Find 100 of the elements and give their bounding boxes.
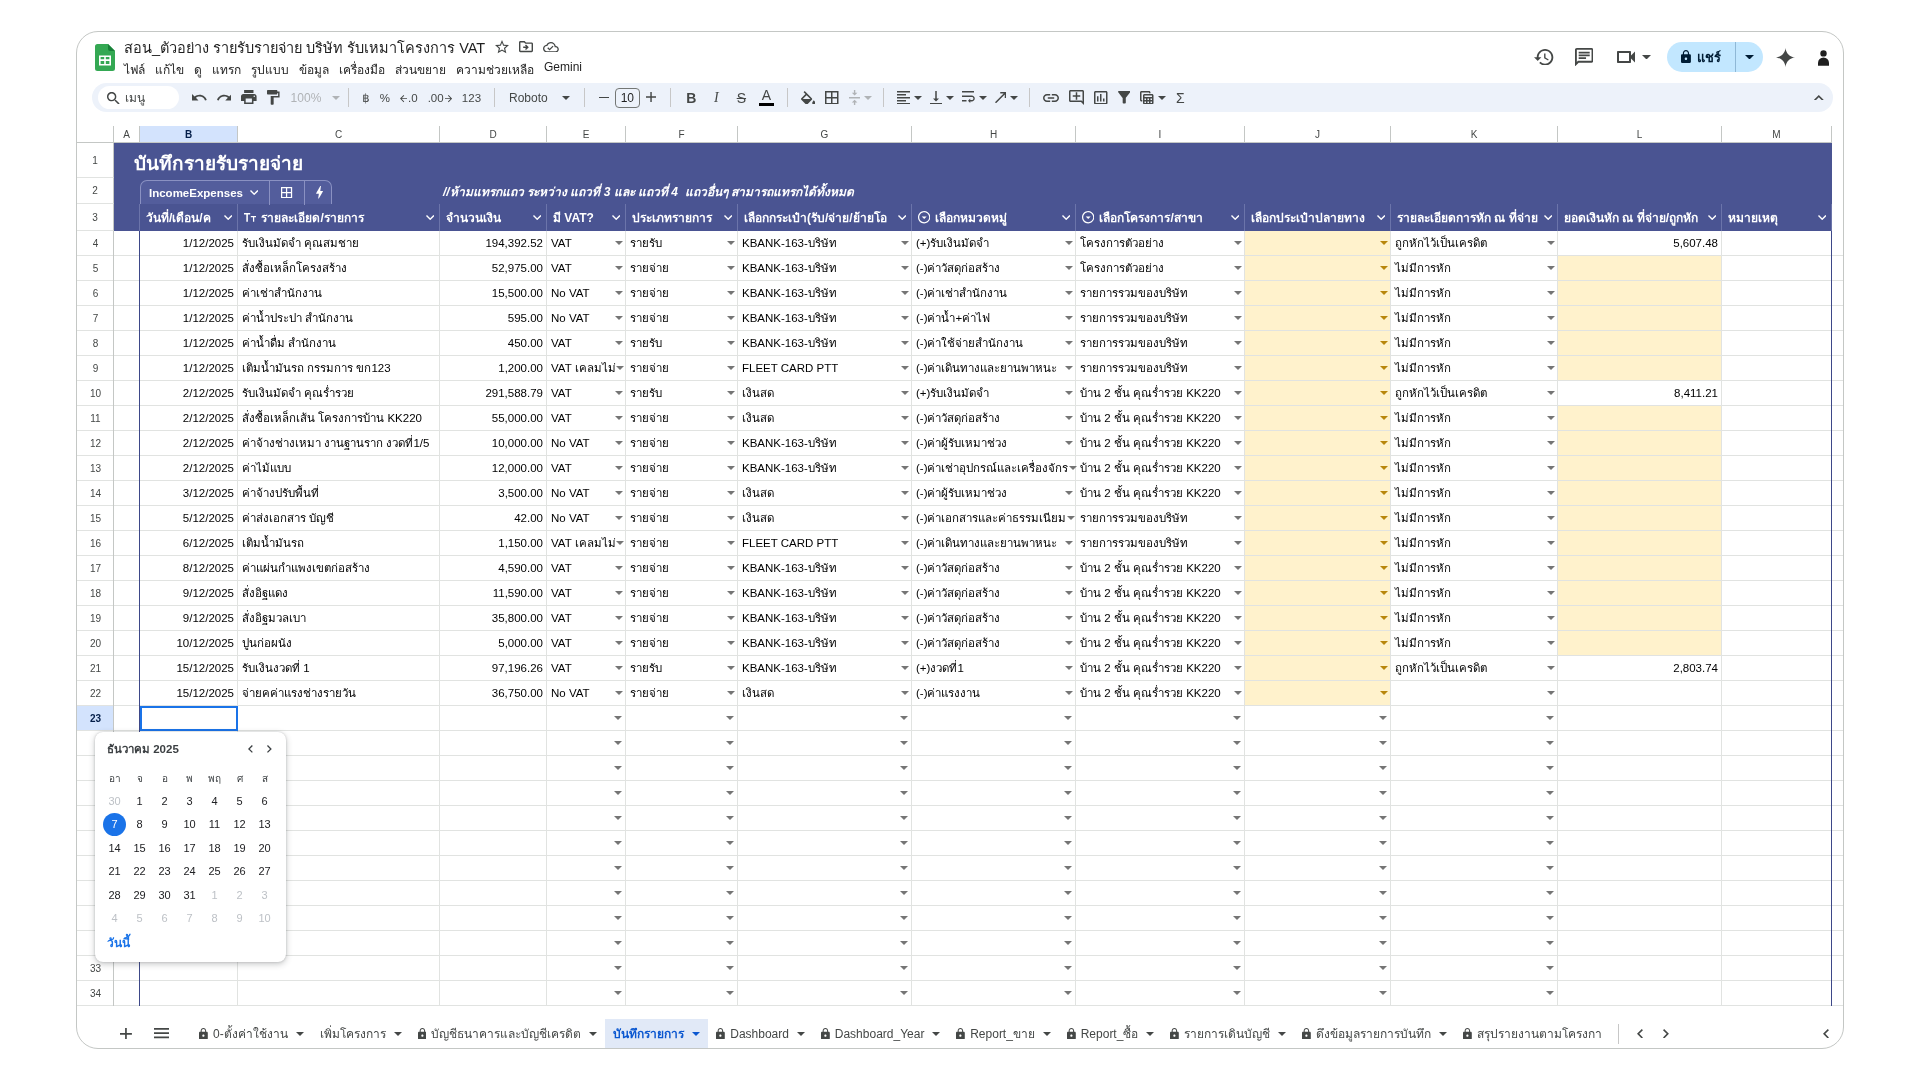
caret-icon[interactable]	[1234, 441, 1242, 445]
caret-icon[interactable]	[1065, 291, 1073, 295]
dropdown-cell[interactable]: บ้าน 2 ชั้น คุณร่ำรวย KK220	[1076, 406, 1245, 431]
dropdown-cell[interactable]: ไม่มีการหัก	[1391, 481, 1558, 506]
caret-icon[interactable]	[901, 691, 909, 695]
dropdown-cell[interactable]: KBANK-163-บริษัท	[738, 581, 912, 606]
caret-icon[interactable]	[946, 95, 955, 100]
calendar-day[interactable]: 25	[203, 859, 226, 883]
dropdown-cell[interactable]: ไม่มีการหัก	[1391, 356, 1558, 381]
caret-icon[interactable]	[727, 291, 735, 295]
caret-icon[interactable]	[1064, 891, 1072, 895]
caret-icon[interactable]	[726, 991, 734, 995]
dropdown-cell[interactable]: ไม่มีการหัก	[1391, 306, 1558, 331]
caret-icon[interactable]	[1064, 966, 1072, 970]
dropdown-cell[interactable]: บ้าน 2 ชั้น คุณร่ำรวย KK220	[1076, 631, 1245, 656]
calendar-day[interactable]: 16	[153, 836, 176, 860]
dropdown-cell[interactable]: เงินสด	[738, 381, 912, 406]
caret-icon[interactable]	[1065, 566, 1073, 570]
dropdown-cell[interactable]: (-)ค่าแรงงาน	[912, 681, 1076, 706]
paint-roller-icon[interactable]	[267, 90, 280, 105]
dropdown-cell[interactable]: ถูกหักไว้เป็นเครดิต	[1391, 656, 1558, 681]
dropdown-cell[interactable]: No VAT	[547, 431, 626, 456]
caret-icon[interactable]	[900, 916, 908, 920]
caret-icon[interactable]	[901, 366, 909, 370]
caret-icon[interactable]	[1065, 241, 1073, 245]
redo-icon[interactable]	[216, 94, 232, 101]
caret-icon[interactable]	[726, 966, 734, 970]
dropdown-cell[interactable]: (-)ค่าวัสดุก่อสร้าง	[912, 606, 1076, 631]
spreadsheet-logo-icon[interactable]	[95, 43, 115, 71]
column-header[interactable]: ประเภทรายการ	[626, 204, 738, 231]
dropdown-cell[interactable]: No VAT	[547, 281, 626, 306]
dropdown-cell[interactable]: ไม่มีการหัก	[1391, 606, 1558, 631]
dropdown-cell[interactable]: (+)งวดที่1	[912, 656, 1076, 681]
dropdown-cell[interactable]: (-)ค่าผู้รับเหมาช่วง	[912, 431, 1076, 456]
dropdown-cell[interactable]: ไม่มีการหัก	[1391, 406, 1558, 431]
column-header[interactable]: มี VAT?	[547, 204, 626, 231]
dropdown-cell[interactable]: (+)รับเงินมัดจำ	[912, 231, 1076, 256]
dropdown-cell[interactable]: รายจ่าย	[626, 681, 738, 706]
caret-icon[interactable]	[1065, 591, 1073, 595]
borders-icon[interactable]	[825, 90, 839, 105]
caret-icon[interactable]	[1547, 316, 1555, 320]
caret-icon[interactable]	[900, 891, 908, 895]
menu-item[interactable]: Gemini	[544, 59, 582, 79]
caret-icon[interactable]	[1547, 291, 1555, 295]
dropdown-cell[interactable]: KBANK-163-บริษัท	[738, 556, 912, 581]
dropdown-cell[interactable]	[1245, 256, 1391, 281]
caret-icon[interactable]	[901, 441, 909, 445]
column-header[interactable]: รายละเอียด/รายการ	[238, 204, 440, 231]
dropdown-cell[interactable]: VAT	[547, 606, 626, 631]
dropdown-cell[interactable]: VAT	[547, 231, 626, 256]
calendar-day[interactable]: 31	[178, 883, 201, 907]
calendar-day[interactable]: 15	[128, 836, 151, 860]
caret-icon[interactable]	[727, 491, 735, 495]
caret-icon[interactable]	[900, 716, 908, 720]
menu-item[interactable]: เครื่องมือ	[339, 59, 385, 79]
caret-icon[interactable]	[727, 516, 735, 520]
dropdown-cell[interactable]: ไม่มีการหัก	[1391, 531, 1558, 556]
caret-icon[interactable]	[1234, 291, 1242, 295]
dropdown-cell[interactable]: (-)ค่าวัสดุก่อสร้าง	[912, 631, 1076, 656]
dropdown-cell[interactable]: (-)ค่าเช่าสำนักงาน	[912, 281, 1076, 306]
caret-icon[interactable]	[727, 466, 735, 470]
cloud-check-icon[interactable]	[543, 41, 560, 53]
functions-menu[interactable]: Σ	[1175, 89, 1185, 106]
caret-icon[interactable]	[901, 541, 909, 545]
menu-item[interactable]: ข้อมูล	[299, 59, 329, 79]
caret-icon[interactable]	[726, 891, 734, 895]
number-format[interactable]: 123	[461, 91, 482, 104]
chevron-left-icon[interactable]	[248, 745, 254, 753]
caret-icon[interactable]	[901, 391, 909, 395]
caret-icon[interactable]	[1065, 616, 1073, 620]
caret-icon[interactable]	[614, 966, 622, 970]
caret-icon[interactable]	[1379, 741, 1387, 745]
dropdown-cell[interactable]: รายจ่าย	[626, 431, 738, 456]
folder-icon[interactable]	[519, 41, 534, 53]
caret-icon[interactable]	[1379, 966, 1387, 970]
calendar-day[interactable]: 21	[103, 859, 126, 883]
caret-icon[interactable]	[901, 666, 909, 670]
caret-icon[interactable]	[1379, 991, 1387, 995]
caret-icon[interactable]	[1065, 416, 1073, 420]
dropdown-cell[interactable]: VAT	[547, 556, 626, 581]
caret-icon[interactable]	[1234, 541, 1242, 545]
caret-icon[interactable]	[1065, 541, 1073, 545]
caret-icon[interactable]	[900, 841, 908, 845]
caret-icon[interactable]	[1547, 341, 1555, 345]
caret-icon[interactable]	[726, 716, 734, 720]
caret-icon[interactable]	[1546, 891, 1554, 895]
caret-icon[interactable]	[1065, 316, 1073, 320]
table-view-icon[interactable]	[1140, 90, 1154, 105]
dropdown-cell[interactable]: KBANK-163-บริษัท	[738, 281, 912, 306]
caret-icon[interactable]	[615, 566, 623, 570]
caret-icon[interactable]	[1234, 691, 1242, 695]
caret-icon[interactable]	[615, 291, 623, 295]
caret-icon[interactable]	[1068, 466, 1077, 470]
dropdown-cell[interactable]: โครงการตัวอย่าง	[1076, 231, 1245, 256]
caret-icon[interactable]	[900, 816, 908, 820]
dropdown-cell[interactable]: (-)ค่าเอกสารและค่าธรรมเนียม	[912, 506, 1076, 531]
calendar-day[interactable]: 30	[153, 883, 176, 907]
dropdown-cell[interactable]: บ้าน 2 ชั้น คุณร่ำรวย KK220	[1076, 606, 1245, 631]
caret-icon[interactable]	[1379, 916, 1387, 920]
star-icon[interactable]	[495, 40, 510, 54]
